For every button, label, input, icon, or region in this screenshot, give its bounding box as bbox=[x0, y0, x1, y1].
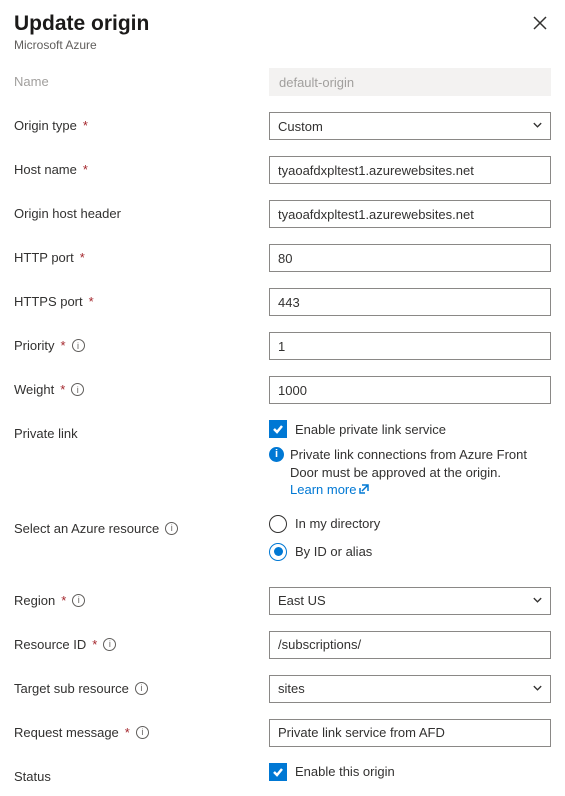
enable-private-link-label: Enable private link service bbox=[295, 422, 446, 437]
name-label: Name bbox=[14, 74, 49, 89]
checkbox-checked-icon bbox=[269, 763, 287, 781]
target-sub-resource-select[interactable] bbox=[269, 675, 551, 703]
learn-more-link[interactable]: Learn more bbox=[290, 481, 369, 499]
resource-id-field[interactable] bbox=[269, 631, 551, 659]
info-icon[interactable]: i bbox=[72, 339, 85, 352]
info-icon: i bbox=[269, 447, 284, 462]
page-title: Update origin bbox=[14, 12, 149, 36]
https-port-label: HTTPS port bbox=[14, 294, 83, 309]
target-sub-resource-label: Target sub resource bbox=[14, 681, 129, 696]
private-link-info-text: Private link connections from Azure Fron… bbox=[290, 447, 527, 480]
close-icon bbox=[533, 18, 547, 33]
name-field bbox=[269, 68, 551, 96]
info-icon[interactable]: i bbox=[165, 522, 178, 535]
enable-private-link-checkbox[interactable]: Enable private link service bbox=[269, 420, 551, 438]
close-button[interactable] bbox=[529, 12, 551, 37]
required-icon: * bbox=[92, 637, 97, 652]
origin-type-select[interactable] bbox=[269, 112, 551, 140]
required-icon: * bbox=[89, 294, 94, 309]
origin-host-header-label: Origin host header bbox=[14, 206, 121, 221]
radio-by-id-or-alias-label: By ID or alias bbox=[295, 544, 372, 559]
page-subtitle: Microsoft Azure bbox=[14, 38, 149, 52]
request-message-label: Request message bbox=[14, 725, 119, 740]
required-icon: * bbox=[83, 162, 88, 177]
info-icon[interactable]: i bbox=[136, 726, 149, 739]
required-icon: * bbox=[83, 118, 88, 133]
info-icon[interactable]: i bbox=[135, 682, 148, 695]
origin-host-header-field[interactable] bbox=[269, 200, 551, 228]
priority-label: Priority bbox=[14, 338, 54, 353]
request-message-field[interactable] bbox=[269, 719, 551, 747]
weight-label: Weight bbox=[14, 382, 54, 397]
required-icon: * bbox=[60, 338, 65, 353]
info-icon[interactable]: i bbox=[103, 638, 116, 651]
host-name-label: Host name bbox=[14, 162, 77, 177]
checkbox-checked-icon bbox=[269, 420, 287, 438]
required-icon: * bbox=[61, 593, 66, 608]
region-select[interactable] bbox=[269, 587, 551, 615]
host-name-field[interactable] bbox=[269, 156, 551, 184]
enable-origin-label: Enable this origin bbox=[295, 764, 395, 779]
info-icon[interactable]: i bbox=[72, 594, 85, 607]
radio-checked-icon bbox=[269, 543, 287, 561]
http-port-field[interactable] bbox=[269, 244, 551, 272]
private-link-label: Private link bbox=[14, 426, 78, 441]
http-port-label: HTTP port bbox=[14, 250, 74, 265]
origin-type-label: Origin type bbox=[14, 118, 77, 133]
radio-unchecked-icon bbox=[269, 515, 287, 533]
enable-origin-checkbox[interactable]: Enable this origin bbox=[269, 763, 551, 781]
required-icon: * bbox=[80, 250, 85, 265]
required-icon: * bbox=[60, 382, 65, 397]
radio-by-id-or-alias[interactable]: By ID or alias bbox=[269, 543, 551, 561]
resource-id-label: Resource ID bbox=[14, 637, 86, 652]
region-label: Region bbox=[14, 593, 55, 608]
info-icon[interactable]: i bbox=[71, 383, 84, 396]
https-port-field[interactable] bbox=[269, 288, 551, 316]
external-link-icon bbox=[359, 481, 369, 499]
status-label: Status bbox=[14, 769, 51, 784]
required-icon: * bbox=[125, 725, 130, 740]
radio-in-my-directory-label: In my directory bbox=[295, 516, 380, 531]
weight-field[interactable] bbox=[269, 376, 551, 404]
priority-field[interactable] bbox=[269, 332, 551, 360]
select-resource-label: Select an Azure resource bbox=[14, 521, 159, 536]
radio-in-my-directory[interactable]: In my directory bbox=[269, 515, 551, 533]
